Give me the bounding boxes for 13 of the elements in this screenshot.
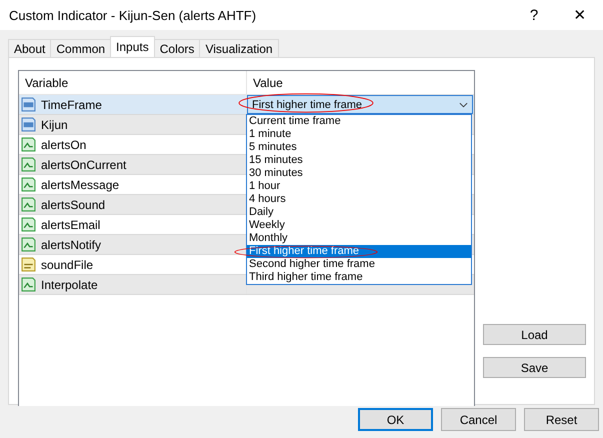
column-header: Variable	[19, 71, 247, 94]
variable-name: alertsNotify	[41, 238, 102, 252]
variable-name: TimeFrame	[41, 98, 102, 112]
variable-name: Interpolate	[41, 278, 98, 292]
variable-name: alertsMessage	[41, 178, 120, 192]
variable-name: Kijun	[41, 118, 68, 132]
column-header: Value	[252, 74, 284, 92]
variable-name: soundFile	[41, 258, 94, 272]
variable-name: alertsOnCurrent	[41, 158, 126, 172]
variable-name: alertsSound	[41, 198, 106, 212]
variable-name: alertsEmail	[41, 218, 100, 232]
variable-name: alertsOn	[41, 138, 86, 152]
window-title: Custom Indicator - Kijun-Sen (alerts AHTF)	[9, 8, 258, 22]
